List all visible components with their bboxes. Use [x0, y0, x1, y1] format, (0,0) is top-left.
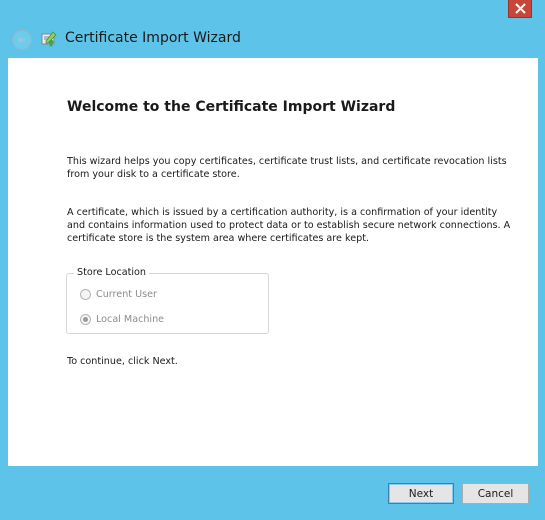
store-location-legend: Store Location	[74, 267, 149, 278]
close-icon	[515, 3, 526, 14]
cancel-button[interactable]: Cancel	[462, 483, 529, 504]
back-button[interactable]	[12, 30, 32, 50]
back-arrow-icon	[17, 36, 25, 44]
radio-button-current-user[interactable]	[80, 288, 91, 300]
title-bar: Certificate Import Wizard	[0, 24, 545, 56]
intro-text: This wizard helps you copy certificates,…	[67, 156, 507, 180]
wizard-window: Certificate Import Wizard Welcome to the…	[0, 0, 545, 520]
radio-button-local-machine[interactable]	[80, 313, 91, 325]
description-text: A certificate, which is issued by a cert…	[67, 207, 511, 244]
radio-current-user[interactable]: Current User	[80, 287, 157, 301]
continue-text: To continue, click Next.	[67, 356, 178, 367]
wizard-footer: Next Cancel	[0, 466, 545, 520]
window-title: Certificate Import Wizard	[65, 30, 241, 46]
wizard-content: Welcome to the Certificate Import Wizard…	[8, 58, 538, 466]
radio-label-current-user: Current User	[96, 288, 157, 300]
radio-local-machine[interactable]: Local Machine	[80, 312, 164, 326]
page-heading: Welcome to the Certificate Import Wizard	[67, 99, 396, 115]
close-button[interactable]	[508, 0, 532, 18]
next-button[interactable]: Next	[388, 483, 454, 504]
certificate-wizard-icon	[40, 30, 58, 52]
radio-label-local-machine: Local Machine	[96, 313, 165, 325]
